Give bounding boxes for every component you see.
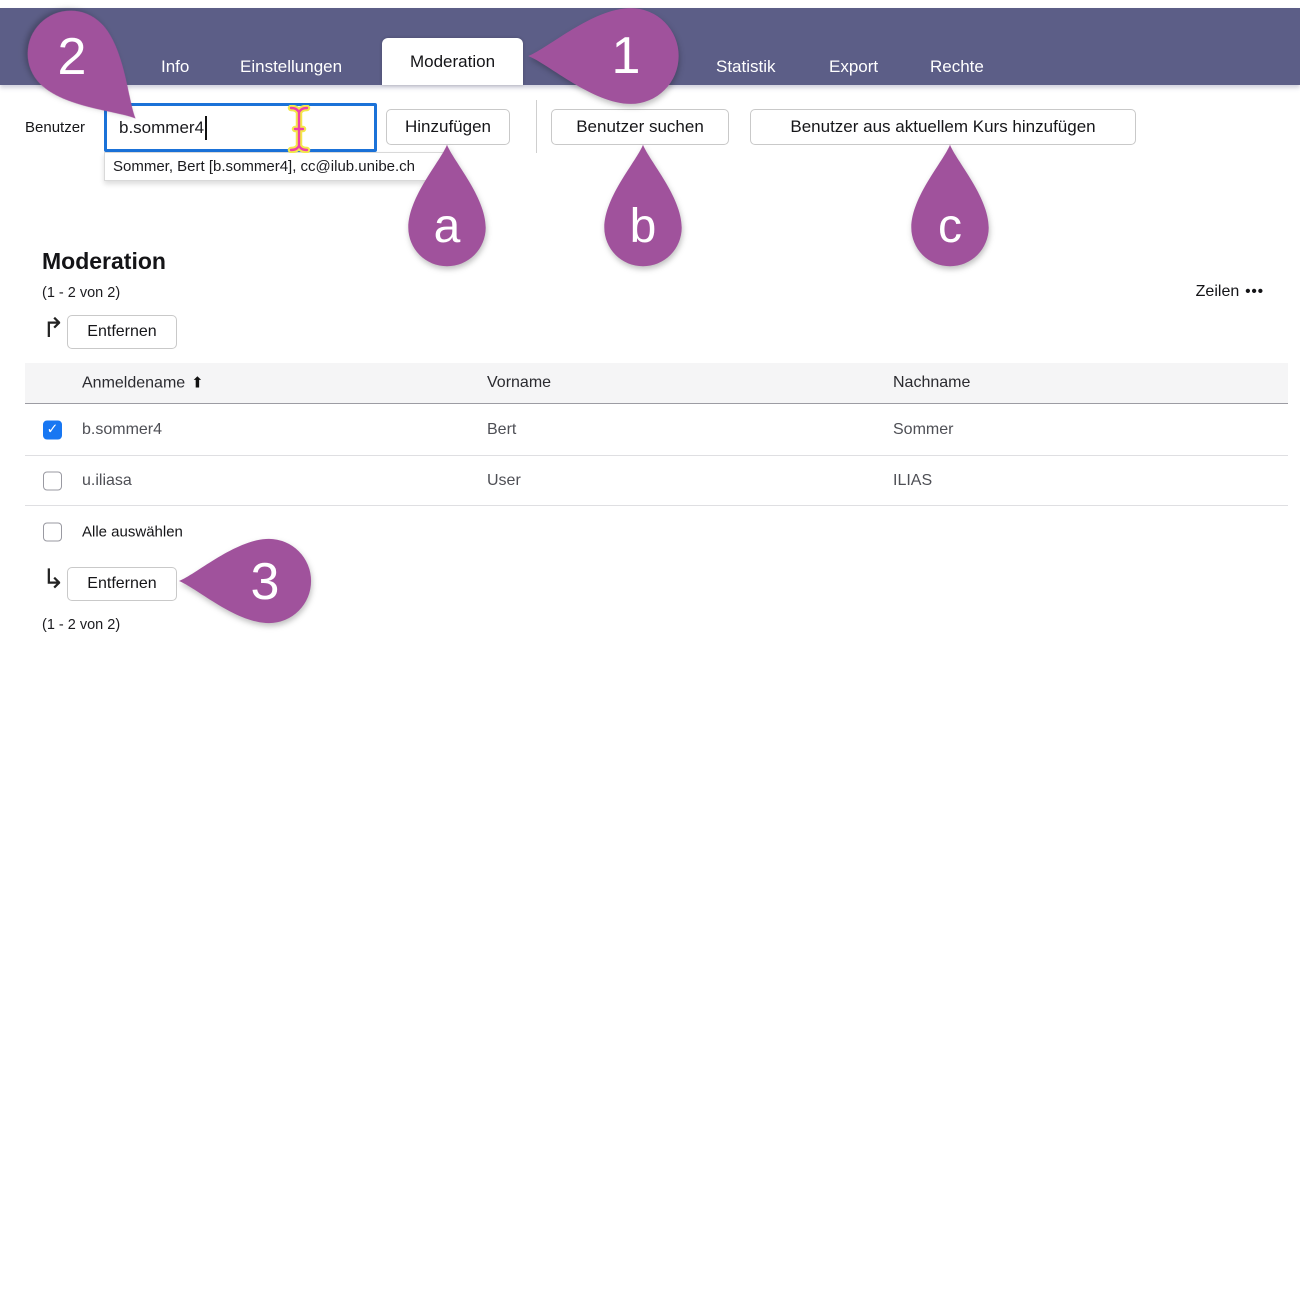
cell-vorname: User [487,472,521,490]
benutzer-aus-kurs-button[interactable]: Benutzer aus aktuellem Kurs hinzufügen [750,109,1136,145]
column-header-nachname[interactable]: Nachname [893,374,970,392]
column-header-label: Anmeldename [82,375,185,392]
select-all-checkbox[interactable] [43,523,62,542]
row-checkbox[interactable] [43,471,62,490]
result-range-bottom: (1 - 2 von 2) [42,617,120,633]
mouse-ibeam-cursor-icon [287,105,311,158]
cell-nachname: ILIAS [893,472,932,490]
entfernen-bottom-button[interactable]: Entfernen [67,567,177,601]
tab-rechte[interactable]: Rechte [930,57,984,77]
tab-moderation-active[interactable]: Moderation [382,38,523,85]
section-title: Moderation [42,248,166,275]
moderators-table: Anmeldename ⬆ Vorname Nachname b.sommer4 … [25,363,1288,506]
callout-2 [22,0,122,103]
cell-anmeldename: b.sommer4 [82,421,162,439]
ilias-moderation-page: Info Einstellungen ritt Statistik Export… [0,0,1300,1300]
tab-einstellungen[interactable]: Einstellungen [240,57,342,77]
callout-3 [177,532,314,630]
rows-menu-icon[interactable]: ••• [1245,283,1264,300]
rows-control: Zeilen ••• [1196,283,1264,301]
cell-anmeldename: u.iliasa [82,472,132,490]
sort-ascending-icon[interactable]: ⬆ [191,375,204,392]
table-row: u.iliasa User ILIAS [25,456,1288,506]
entfernen-top-button[interactable]: Entfernen [67,315,177,349]
apply-to-selected-bottom-arrow-icon: ↳ [42,566,65,593]
hinzufuegen-button[interactable]: Hinzufügen [386,109,510,145]
benutzer-suchen-button[interactable]: Benutzer suchen [551,109,729,145]
table-row: b.sommer4 Bert Sommer [25,404,1288,456]
tab-export[interactable]: Export [829,57,878,77]
callout-c [905,143,995,269]
result-range-top: (1 - 2 von 2) [42,285,120,301]
table-header-row: Anmeldename ⬆ Vorname Nachname [25,363,1288,404]
callout-1 [526,0,682,112]
tab-info[interactable]: Info [161,57,189,77]
text-caret [205,116,207,140]
autocomplete-suggestion[interactable]: Sommer, Bert [b.sommer4], cc@ilub.unibe.… [104,152,447,181]
column-header-vorname[interactable]: Vorname [487,374,551,392]
row-checkbox[interactable] [43,420,62,439]
cell-vorname: Bert [487,421,516,439]
callout-b [598,143,688,269]
tab-statistik[interactable]: Statistik [716,57,776,77]
select-all-label: Alle auswählen [82,524,183,541]
callout-a [402,143,492,269]
apply-to-selected-top-arrow-icon: ↱ [42,315,65,342]
rows-label: Zeilen [1196,283,1240,300]
column-header-anmeldename[interactable]: Anmeldename ⬆ [82,374,204,393]
cell-nachname: Sommer [893,421,953,439]
